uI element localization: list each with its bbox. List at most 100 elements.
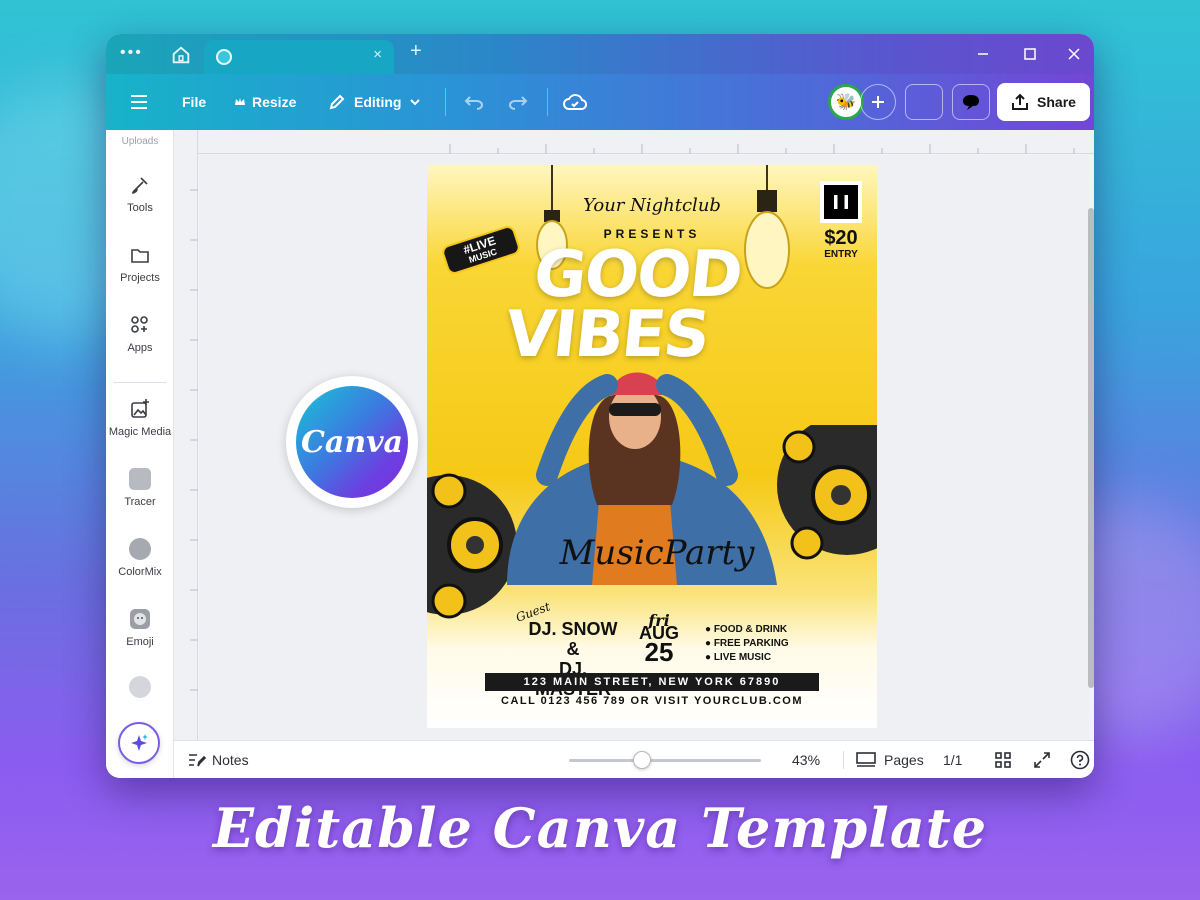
resize-label: Resize [252,94,297,110]
title-bar: ••• × + [106,34,1094,74]
notes-label: Notes [212,752,249,768]
resize-button[interactable]: Resize [234,74,296,130]
grid-icon [995,752,1011,768]
pages-label: Pages [884,752,924,768]
contact-line: CALL 0123 456 789 OR VISIT YOURCLUB.COM [501,695,803,707]
undo-button[interactable] [464,74,484,130]
emoji-icon [130,609,150,629]
sidebar-item-tools[interactable]: Tools [106,174,174,214]
sidebar-item-emoji[interactable]: Emoji [106,608,174,648]
help-icon [1070,750,1090,770]
qr-code [820,181,862,223]
menu-dots-icon[interactable]: ••• [120,44,143,62]
cloud-save-button[interactable] [563,74,587,130]
redo-button[interactable] [508,74,528,130]
sidebar-item-label: Projects [120,272,160,284]
ruler-ticks [190,189,198,691]
page-count: 1/1 [943,752,963,768]
sidebar-item-colormix[interactable]: ColorMix [106,538,174,578]
pages-button[interactable]: Pages [856,741,924,778]
headline-line1: GOOD [530,238,745,312]
maximize-icon[interactable] [1023,47,1037,61]
tab-close-icon[interactable]: × [373,46,382,63]
tools-icon [131,177,148,194]
insights-button[interactable] [905,84,943,120]
folder-icon [131,249,149,263]
plus-icon [872,96,884,108]
sidebar-item-label: Apps [127,342,153,354]
app-thumbnail [129,676,151,698]
sidebar-item-magic-media[interactable]: Magic Media [106,398,174,438]
chevron-down-icon [410,99,421,106]
home-icon[interactable] [170,44,192,66]
editing-label: Editing [354,94,402,110]
entry-label: ENTRY [824,249,858,260]
magic-media-icon [131,399,149,418]
sidebar-item-label: Uploads [121,136,159,147]
share-upload-icon [1012,93,1029,110]
file-menu-button[interactable]: File [182,74,206,130]
sidebar-divider [114,382,166,383]
feature-item: ● LIVE MUSIC [705,652,772,663]
comment-icon [963,95,979,110]
close-window-icon[interactable] [1067,47,1081,61]
sidebar-item-projects[interactable]: Projects [106,244,174,284]
sidebar-item-tracer[interactable]: Tracer [106,468,174,508]
canva-logo-badge: Canva [286,376,418,508]
sidebar-item-label: Tools [127,202,153,214]
add-collaborator-button[interactable] [860,84,896,120]
ruler-ticks [449,144,1075,154]
help-button[interactable] [1070,741,1090,778]
minimize-icon[interactable] [976,47,990,61]
address-bar: 123 MAIN STREET, NEW YORK 67890 [485,673,819,691]
user-avatar[interactable]: 🐝 [828,84,864,120]
horizontal-ruler [198,130,1094,154]
editor-status-bar: Notes 43% Pages 1/1 [174,740,1094,778]
entry-price: $20 [824,227,858,249]
magic-assistant-button[interactable] [118,722,160,764]
zoom-slider-knob[interactable] [633,751,651,769]
vertical-scrollbar[interactable] [1088,208,1094,688]
zoom-level[interactable]: 43% [792,741,820,778]
apps-icon [131,316,148,333]
notes-icon [189,754,206,767]
status-divider [843,751,844,769]
bar-chart-icon [917,96,931,109]
features-list: ● FOOD & DRINK ● FREE PARKING ● LIVE MUS… [705,623,789,665]
undo-icon [464,96,483,110]
pencil-icon [329,94,345,110]
sidebar-item-uploads[interactable]: Uploads [106,136,174,147]
notes-button[interactable]: Notes [188,741,249,778]
share-button[interactable]: Share [997,83,1090,121]
sidebar-item-label: Emoji [126,636,154,648]
fullscreen-button[interactable] [1033,741,1051,778]
hamburger-menu-button[interactable] [130,74,148,130]
new-tab-icon[interactable]: + [410,40,422,63]
crown-icon [235,98,245,105]
sidebar-item-more-app[interactable] [106,676,174,704]
vertical-ruler [174,130,198,740]
tab-current-design[interactable]: × [204,40,394,74]
pages-icon [856,752,876,767]
date-text: 25 [644,637,674,667]
toolbar-divider [547,88,548,116]
comments-button[interactable] [952,84,990,120]
expand-icon [1034,752,1050,768]
sidebar-item-apps[interactable]: Apps [106,314,174,354]
editing-mode-dropdown[interactable]: Editing [328,74,421,130]
editor-toolbar: File Resize Editing 🐝 Share [106,74,1094,130]
canva-logo-text: Canva [296,386,408,498]
canva-editor-window: ••• × + File Resize Editing 🐝 Share Uplo… [106,34,1094,778]
feature-item: ● FOOD & DRINK [705,624,788,635]
share-label: Share [1037,94,1076,110]
promo-headline: Editable Canva Template [212,796,988,860]
sidebar-item-label: Tracer [124,496,156,508]
canva-logo-icon [216,49,232,65]
sidebar-item-label: Magic Media [108,426,172,438]
flyer-design[interactable]: Your Nightclub PRESENTS #LIVE MUSIC $20 … [427,165,877,728]
grid-view-button[interactable] [994,741,1012,778]
feature-item: ● FREE PARKING [705,638,789,649]
zoom-slider[interactable] [569,751,761,769]
club-name-script: Your Nightclub [583,195,721,216]
sidebar-item-label: ColorMix [118,566,162,578]
